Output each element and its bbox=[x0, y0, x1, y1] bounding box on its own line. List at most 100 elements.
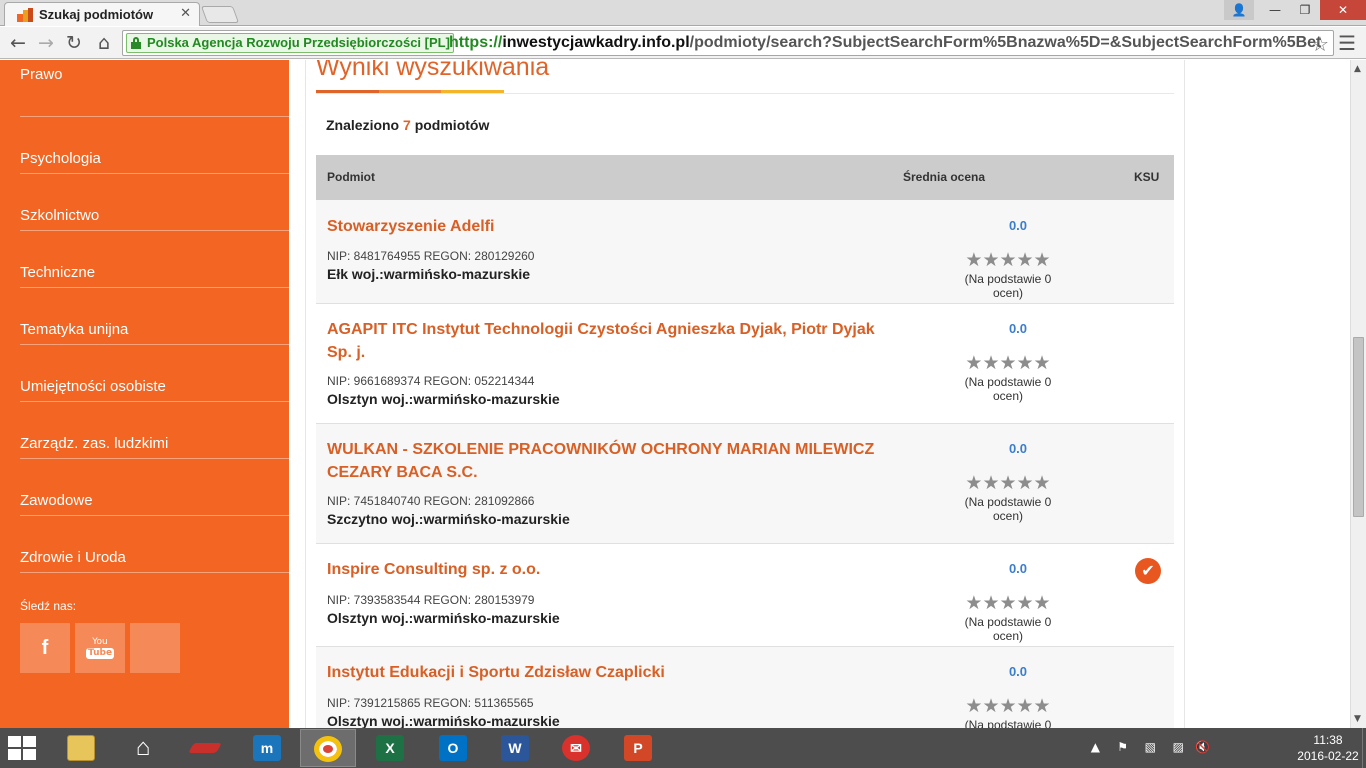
ksu-check-icon: ✔ bbox=[1135, 558, 1161, 584]
facebook-icon[interactable]: f bbox=[20, 623, 70, 673]
youtube-icon[interactable]: You Tube bbox=[75, 623, 125, 673]
file-explorer-icon[interactable] bbox=[53, 729, 109, 767]
reload-icon[interactable]: ↻ bbox=[62, 31, 86, 55]
chrome-icon[interactable] bbox=[300, 729, 356, 767]
rating-stars-icon[interactable]: ★★★★★ bbox=[958, 250, 1058, 270]
subject-name-link[interactable]: Instytut Edukacji i Sportu Zdzisław Czap… bbox=[327, 661, 887, 684]
column-header-subject[interactable]: Podmiot bbox=[327, 170, 375, 184]
table-row: Stowarzyszenie Adelfi NIP: 8481764955 RE… bbox=[316, 200, 1174, 304]
results-count-prefix: Znaleziono bbox=[326, 117, 400, 133]
new-tab-button[interactable] bbox=[200, 6, 240, 23]
system-clock[interactable]: 11:38 2016-02-22 bbox=[1296, 732, 1360, 764]
clock-date: 2016-02-22 bbox=[1297, 749, 1359, 763]
tray-expand-icon[interactable]: ▲ bbox=[1091, 740, 1100, 754]
sidebar-item-label: Zarządz. zas. ludzkimi bbox=[20, 435, 169, 452]
scroll-up-icon[interactable]: ▲ bbox=[1354, 64, 1361, 74]
scrollbar-thumb[interactable] bbox=[1353, 337, 1364, 517]
sidebar-item-zarzadz-zas-ludzkimi[interactable]: Zarządz. zas. ludzkimi bbox=[20, 402, 289, 459]
volume-muted-icon[interactable]: 🔇 bbox=[1195, 740, 1210, 754]
page-viewport: Prawo Psychologia Szkolnictwo Techniczne… bbox=[0, 60, 1350, 728]
subject-location: Olsztyn woj.:warmińsko-mazurskie bbox=[327, 713, 560, 728]
subject-location: Olsztyn woj.:warmińsko-mazurskie bbox=[327, 391, 560, 407]
results-table-header: Podmiot Średnia ocena KSU bbox=[316, 155, 1174, 200]
close-window-button[interactable]: ✕ bbox=[1320, 0, 1366, 20]
rating-stars-icon[interactable]: ★★★★★ bbox=[958, 593, 1058, 613]
sidebar-item-techniczne[interactable]: Techniczne bbox=[20, 231, 289, 288]
subject-name-link[interactable]: WULKAN - SZKOLENIE PRACOWNIKÓW OCHRONY M… bbox=[327, 438, 887, 484]
tab-close-icon[interactable]: ✕ bbox=[180, 6, 191, 21]
ev-certificate-badge[interactable]: Polska Agencja Rozwoju Przedsiębiorczośc… bbox=[126, 33, 454, 53]
table-row: AGAPIT ITC Instytut Technologii Czystośc… bbox=[316, 304, 1174, 424]
browser-tab[interactable]: Szukaj podmiotów ✕ bbox=[4, 2, 200, 26]
device-icon[interactable]: ▧ bbox=[1145, 740, 1156, 754]
url-host: inwestycjawkadry.info.pl bbox=[502, 34, 690, 51]
address-bar[interactable]: Polska Agencja Rozwoju Przedsiębiorczośc… bbox=[122, 30, 1334, 56]
youtube-tube-text: Tube bbox=[85, 648, 115, 659]
column-header-avg-rating[interactable]: Średnia ocena bbox=[903, 170, 985, 184]
network-icon[interactable]: ▨ bbox=[1173, 740, 1184, 754]
table-row: WULKAN - SZKOLENIE PRACOWNIKÓW OCHRONY M… bbox=[316, 424, 1174, 544]
back-icon[interactable]: ← bbox=[6, 31, 30, 55]
search-results-panel: Wyniki wyszukiwania Znaleziono 7 podmiot… bbox=[305, 60, 1185, 728]
red-app-icon[interactable] bbox=[177, 729, 233, 767]
subject-ids: NIP: 7451840740 REGON: 281092866 bbox=[327, 494, 535, 508]
restore-button[interactable]: ❐ bbox=[1290, 0, 1320, 20]
bookmark-star-icon[interactable]: ☆ bbox=[1311, 32, 1329, 55]
minimize-button[interactable]: — bbox=[1260, 0, 1290, 20]
social-placeholder-icon[interactable] bbox=[130, 623, 180, 673]
scroll-down-icon[interactable]: ▼ bbox=[1354, 714, 1361, 724]
subject-ids: NIP: 7393583544 REGON: 280153979 bbox=[327, 593, 535, 607]
rating-basis: (Na podstawie 0 ocen) bbox=[964, 375, 1052, 403]
page-scrollbar[interactable]: ▲ ▼ bbox=[1350, 60, 1366, 728]
sidebar-item-label: Zdrowie i Uroda bbox=[20, 549, 126, 566]
show-desktop-button[interactable] bbox=[1362, 728, 1366, 768]
sidebar-item-zawodowe[interactable]: Zawodowe bbox=[20, 459, 289, 516]
sidebar-item-umiejetnosci-osobiste[interactable]: Umiejętności osobiste bbox=[20, 345, 289, 402]
subject-ids: NIP: 9661689374 REGON: 052214344 bbox=[327, 374, 535, 388]
sidebar-item-label: Zawodowe bbox=[20, 492, 93, 509]
word-letter: W bbox=[501, 735, 529, 761]
rating-basis: (Na podstawie 0 ocen) bbox=[964, 615, 1052, 643]
rating-stars-icon[interactable]: ★★★★★ bbox=[958, 696, 1058, 716]
sidebar-item-tematyka-unijna[interactable]: Tematyka unijna bbox=[20, 288, 289, 345]
sidebar-item-szkolnictwo[interactable]: Szkolnictwo bbox=[20, 174, 289, 231]
home-icon[interactable]: ⌂ bbox=[115, 729, 171, 767]
profile-icon[interactable]: 👤 bbox=[1224, 0, 1254, 20]
url-scheme: https:// bbox=[449, 34, 503, 51]
windows-taskbar: ⌂ m X O W ✉ P ▲ ⚑ ▧ ▨ 🔇 11:38 2016-02-22 bbox=[0, 728, 1366, 768]
forward-icon[interactable]: → bbox=[34, 31, 58, 55]
excel-letter: X bbox=[376, 735, 404, 761]
subject-name-link[interactable]: AGAPIT ITC Instytut Technologii Czystośc… bbox=[327, 318, 887, 364]
mail-icon[interactable]: ✉ bbox=[548, 729, 604, 767]
column-header-ksu[interactable]: KSU bbox=[1134, 170, 1159, 184]
url-text[interactable]: https://inwestycjawkadry.info.pl/podmiot… bbox=[449, 34, 1321, 52]
chrome-menu-icon[interactable]: ☰ bbox=[1338, 31, 1356, 55]
subject-location: Olsztyn woj.:warmińsko-mazurskie bbox=[327, 610, 560, 626]
sidebar-item-label: Szkolnictwo bbox=[20, 207, 100, 224]
sidebar-item-psychologia[interactable]: Psychologia bbox=[20, 117, 289, 174]
flag-icon[interactable]: ⚑ bbox=[1117, 740, 1128, 754]
subject-name-link[interactable]: Inspire Consulting sp. z o.o. bbox=[327, 558, 887, 581]
outlook-letter: O bbox=[439, 735, 467, 761]
results-count-number: 7 bbox=[403, 117, 411, 133]
sidebar-item-label: Prawo bbox=[20, 66, 63, 83]
outlook-icon[interactable]: O bbox=[425, 729, 481, 767]
sidebar-item-prawo[interactable]: Prawo bbox=[20, 60, 289, 117]
subject-name-link[interactable]: Stowarzyszenie Adelfi bbox=[327, 215, 887, 238]
maxthon-icon[interactable]: m bbox=[239, 729, 295, 767]
average-score: 0.0 bbox=[1008, 441, 1028, 456]
window-controls: 👤 — ❐ ✕ bbox=[1224, 0, 1366, 20]
powerpoint-letter: P bbox=[624, 735, 652, 761]
home-icon[interactable]: ⌂ bbox=[92, 31, 116, 55]
divider bbox=[316, 93, 1174, 94]
table-row: Inspire Consulting sp. z o.o. NIP: 73935… bbox=[316, 544, 1174, 647]
rating-stars-icon[interactable]: ★★★★★ bbox=[958, 353, 1058, 373]
subject-ids: NIP: 7391215865 REGON: 511365565 bbox=[327, 696, 534, 710]
word-icon[interactable]: W bbox=[487, 729, 543, 767]
excel-icon[interactable]: X bbox=[362, 729, 418, 767]
powerpoint-icon[interactable]: P bbox=[610, 729, 666, 767]
sidebar-item-zdrowie-i-uroda[interactable]: Zdrowie i Uroda bbox=[20, 516, 289, 573]
windows-start-icon[interactable] bbox=[8, 736, 38, 760]
sidebar-item-label: Psychologia bbox=[20, 150, 101, 167]
rating-stars-icon[interactable]: ★★★★★ bbox=[958, 473, 1058, 493]
